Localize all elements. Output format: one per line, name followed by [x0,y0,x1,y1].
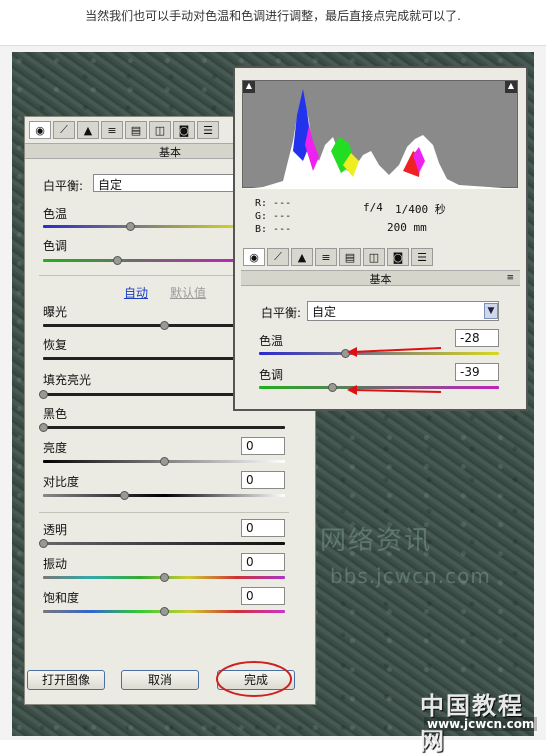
white-balance-select[interactable]: 自定 [307,301,499,321]
white-balance-select[interactable]: 自定 [93,174,243,192]
watermark-text: 网络资讯 [320,526,433,556]
chevron-down-icon[interactable]: ▼ [484,303,498,319]
focal-length-readout: 200 mm [387,221,427,234]
shadow-clip-warning-icon[interactable]: ▲ [243,81,255,93]
presets-tab-icon[interactable]: ☰ [197,121,219,139]
divider [39,512,289,513]
brightness-slider-thumb[interactable] [160,457,169,466]
temperature-label: 色温 [259,334,284,348]
exposure-label: 曝光 [43,305,68,319]
exposure-slider-thumb[interactable] [160,321,169,330]
done-highlight-circle [216,661,292,697]
recovery-slider[interactable] [43,357,243,360]
tint-slider[interactable] [43,259,243,262]
lens-tab-icon[interactable]: ◫ [149,121,171,139]
temperature-slider-thumb[interactable] [126,222,135,231]
exposure-slider[interactable] [43,324,243,327]
temperature-slider[interactable] [43,225,243,228]
white-balance-label: 白平衡: [261,306,302,320]
tutorial-caption: 当然我们也可以手动对色温和色调进行调整，最后直接点完成就可以了. [85,9,461,23]
vibrance-label: 振动 [43,557,68,571]
fill-light-slider-thumb[interactable] [39,390,48,399]
watermark-url: bbs.jcwcn.com [330,564,491,588]
clarity-value-input[interactable]: 0 [241,519,285,537]
presets-tab-icon[interactable]: ☰ [411,248,433,266]
histogram: ▲ ▲ [242,80,519,189]
panel-tabs: ◉ ⟋ ▲ ≡ ▤ ◫ ◙ ☰ [243,248,435,266]
contrast-slider-thumb[interactable] [120,491,129,500]
saturation-label: 饱和度 [43,591,80,605]
contrast-value-input[interactable]: 0 [241,471,285,489]
panel-menu-icon[interactable]: ≡ [506,273,514,283]
arrow-annotations [347,347,442,395]
tint-slider-thumb[interactable] [328,383,337,392]
section-header: 基本 [241,270,520,286]
top-caption-bar: 当然我们也可以手动对色温和色调进行调整，最后直接点完成就可以了. [0,0,546,46]
brightness-label: 亮度 [43,441,68,455]
clarity-slider-thumb[interactable] [39,539,48,548]
contrast-label: 对比度 [43,475,80,489]
camera-calibration-tab-icon[interactable]: ◙ [173,121,195,139]
saturation-slider-thumb[interactable] [160,607,169,616]
panel-tabs: ◉ ⟋ ▲ ≡ ▤ ◫ ◙ ☰ [29,121,221,139]
fill-light-slider[interactable] [43,393,243,396]
open-image-button[interactable]: 打开图像 [27,670,105,690]
temperature-label: 色温 [43,207,68,221]
fill-light-label: 填充亮光 [43,373,92,387]
histogram-graph [243,89,519,189]
split-toning-tab-icon[interactable]: ▤ [339,248,361,266]
detail-tab-icon[interactable]: ▲ [77,121,99,139]
lens-tab-icon[interactable]: ◫ [363,248,385,266]
detail-tab-icon[interactable]: ▲ [291,248,313,266]
camera-raw-zoom-panel: ▲ ▲ R: --- G: --- B: --- f/4 1/400 秒 200… [233,66,528,411]
hsl-tab-icon[interactable]: ≡ [101,121,123,139]
clarity-label: 透明 [43,523,68,537]
blacks-label: 黑色 [43,407,68,421]
shutter-readout: 1/400 秒 [395,203,446,216]
red-readout: R: --- [255,198,292,209]
tone-curve-tab-icon[interactable]: ⟋ [53,121,75,139]
tint-label: 色调 [43,239,68,253]
cancel-button[interactable]: 取消 [121,670,199,690]
default-link[interactable]: 默认值 [170,284,206,301]
split-toning-tab-icon[interactable]: ▤ [125,121,147,139]
recovery-label: 恢复 [43,338,68,352]
blacks-slider[interactable] [43,426,285,429]
tone-curve-tab-icon[interactable]: ⟋ [267,248,289,266]
auto-link[interactable]: 自动 [124,284,148,301]
camera-calibration-tab-icon[interactable]: ◙ [387,248,409,266]
green-readout: G: --- [255,211,292,222]
aperture-readout: f/4 [363,201,383,214]
basic-tab-icon[interactable]: ◉ [243,248,265,266]
tint-slider-thumb[interactable] [113,256,122,265]
clarity-slider[interactable] [43,542,285,545]
hsl-tab-icon[interactable]: ≡ [315,248,337,266]
watermark-site: www.jcwcn.com [424,717,538,731]
saturation-value-input[interactable]: 0 [241,587,285,605]
tint-label: 色调 [259,368,284,382]
blacks-slider-thumb[interactable] [39,423,48,432]
contrast-slider[interactable] [43,494,285,497]
temperature-value-input[interactable]: -28 [455,329,499,347]
white-balance-label: 白平衡: [43,179,84,193]
basic-tab-icon[interactable]: ◉ [29,121,51,139]
highlight-clip-warning-icon[interactable]: ▲ [505,81,517,93]
blue-readout: B: --- [255,224,292,235]
vibrance-slider-thumb[interactable] [160,573,169,582]
vibrance-value-input[interactable]: 0 [241,553,285,571]
tint-value-input[interactable]: -39 [455,363,499,381]
brightness-value-input[interactable]: 0 [241,437,285,455]
